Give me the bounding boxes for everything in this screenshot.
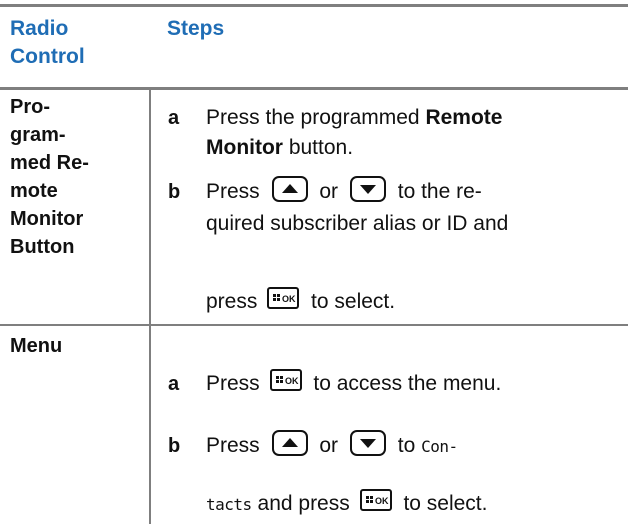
column-divider — [149, 89, 151, 524]
step-letter-b: b — [168, 435, 181, 457]
step-letter-a: a — [168, 107, 180, 129]
svg-text:OK: OK — [375, 496, 389, 506]
step-text: Press OK to access the menu. — [206, 369, 501, 398]
svg-text:OK: OK — [282, 294, 296, 304]
step-text: Press or to the re- — [206, 176, 482, 206]
menu-ok-key-icon: OK — [359, 489, 392, 512]
control-programmed-remote-monitor-button: Pro- gram- med Re- mote Monitor Button — [10, 96, 89, 258]
menu-ok-key-icon: OK — [267, 287, 300, 310]
menu-item-code: tacts — [206, 495, 252, 514]
step-text: press OK to select. — [206, 287, 395, 316]
up-arrow-key-icon — [271, 176, 308, 203]
step-letter-a: a — [168, 373, 180, 395]
down-arrow-key-icon — [349, 430, 386, 457]
step-text: quired subscriber alias or ID and — [206, 212, 509, 235]
row-divider — [0, 324, 628, 326]
step-text: Monitor button. — [206, 136, 354, 159]
svg-text:OK: OK — [285, 376, 299, 386]
control-menu: Menu — [10, 335, 63, 357]
step-text: tacts and press OK to select. — [206, 489, 487, 519]
step-letter-b: b — [168, 181, 181, 203]
step-text: Press or to Con- — [206, 430, 458, 461]
header-steps: Steps — [167, 17, 225, 40]
radio-control-table: Radio Control Steps Pro- gram- med Re- m… — [0, 0, 628, 524]
table-top-rule — [0, 4, 628, 7]
header-radio-control: Radio Control — [10, 17, 85, 68]
up-arrow-key-icon — [271, 430, 308, 457]
down-arrow-key-icon — [349, 176, 386, 203]
menu-item-code: Con- — [421, 437, 458, 456]
header-bottom-rule — [0, 87, 628, 90]
menu-ok-key-icon: OK — [269, 369, 302, 392]
step-text: Press the programmed Remote — [206, 106, 503, 129]
